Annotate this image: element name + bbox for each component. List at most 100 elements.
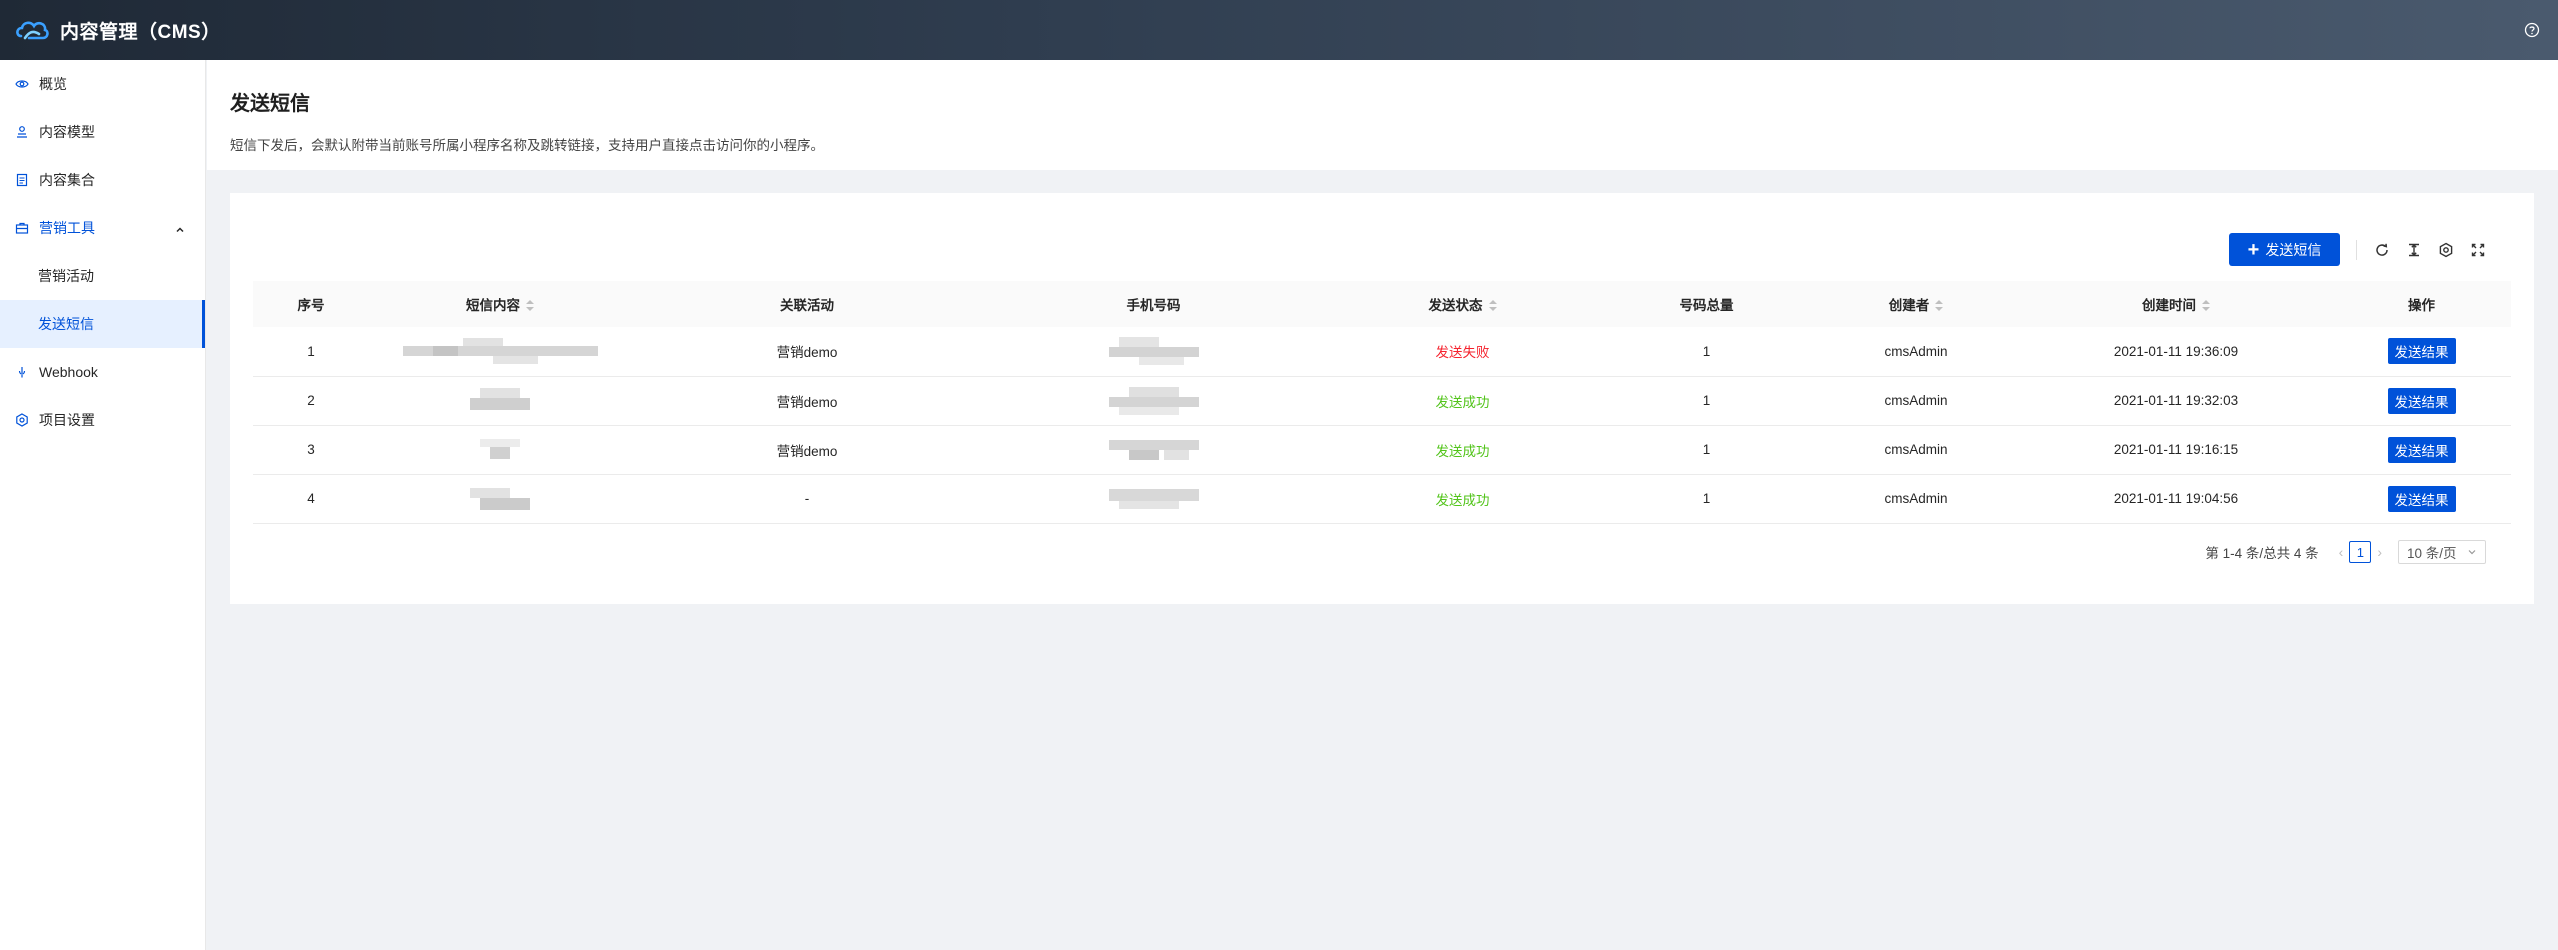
sidebar-item-content-model[interactable]: 内容模型 [0,108,205,156]
pixelated-redaction [470,486,530,512]
cell-created-time: 2021-01-11 19:36:09 [2020,327,2332,377]
cell-created-time: 2021-01-11 19:04:56 [2020,474,2332,524]
cell-status: 发送成功 [1324,425,1601,475]
sidebar-item-content-collection[interactable]: 内容集合 [0,156,205,204]
eye-icon [14,76,30,92]
cell-action: 发送结果 [2332,425,2511,475]
cell-phone-redacted [983,425,1324,475]
send-sms-button[interactable]: + 发送短信 [2229,233,2340,266]
sidebar-item-send-sms[interactable]: 发送短信 [0,300,205,348]
cloud-logo-icon[interactable] [14,12,50,48]
table-header-row: 序号 短信内容 关联活动 手机号码 发送状态 号码总量 创建者 创建时间 操作 [253,281,2511,327]
pixelated-redaction [1108,436,1199,464]
send-result-button[interactable]: 发送结果 [2387,436,2456,463]
cell-content-redacted [369,474,631,524]
marketing-icon [14,220,30,236]
cell-activity: 营销demo [631,327,983,377]
column-header-content[interactable]: 短信内容 [369,281,631,327]
sidebar-item-marketing[interactable]: 营销工具 [0,204,205,252]
cell-count: 1 [1601,327,1812,377]
cell-phone-redacted [983,474,1324,524]
column-header-created-time[interactable]: 创建时间 [2020,281,2332,327]
collection-icon [14,172,30,188]
cell-index: 4 [253,474,369,524]
cell-content-redacted [369,327,631,377]
column-header-label: 短信内容 [466,298,520,313]
status-text: 发送失败 [1435,345,1490,361]
table-row: 1 营销demo 发送失败 1 cmsAdmin 2021-01-11 19:3… [253,327,2511,377]
column-header-status[interactable]: 发送状态 [1324,281,1601,327]
cell-count: 1 [1601,376,1812,426]
cell-status: 发送失败 [1324,327,1601,377]
status-text: 发送成功 [1435,492,1490,508]
column-header-label: 创建时间 [2142,298,2196,313]
plus-icon: + [2247,238,2260,261]
help-icon[interactable] [2522,20,2542,40]
status-text: 发送成功 [1435,443,1490,459]
fullscreen-icon[interactable] [2467,239,2489,261]
refresh-icon[interactable] [2371,239,2393,261]
sidebar-item-label: 内容模型 [39,124,95,140]
cell-activity: 营销demo [631,376,983,426]
pixelated-redaction [470,387,530,414]
sms-table-card: + 发送短信 序号 短信内容 关联活动 手机号码 发送状态 号码总量 创建者 创… [230,193,2534,604]
cell-phone-redacted [983,327,1324,377]
next-page-icon[interactable]: › [2377,544,2382,560]
pagination-summary: 第 1-4 条/总共 4 条 [2205,546,2319,561]
sort-icon[interactable] [526,300,534,312]
cell-action: 发送结果 [2332,474,2511,524]
sidebar: 概览 内容模型 内容集合 营销工具 营销活动 发送短信 Webhook 项目设置 [0,60,206,950]
page-title: 发送短信 [230,93,310,115]
page-size-select[interactable]: 10 条/页 [2398,540,2486,564]
column-header-creator[interactable]: 创建者 [1812,281,2020,327]
cell-content-redacted [369,425,631,475]
page-size-value: 10 条/页 [2407,546,2457,561]
column-header-index: 序号 [297,298,325,313]
cell-creator: cmsAdmin [1812,474,2020,524]
page-header: 发送短信 短信下发后，会默认附带当前账号所属小程序名称及跳转链接，支持用户直接点… [207,60,2558,170]
cell-activity: - [631,474,983,524]
cell-status: 发送成功 [1324,474,1601,524]
cell-action: 发送结果 [2332,376,2511,426]
sort-icon[interactable] [1935,300,1944,312]
cell-action: 发送结果 [2332,327,2511,377]
column-header-label: 创建者 [1888,298,1930,313]
sidebar-item-label: Webhook [39,364,98,380]
send-result-button[interactable]: 发送结果 [2387,387,2456,414]
sidebar-item-project-settings[interactable]: 项目设置 [0,396,205,444]
settings-icon [14,412,30,428]
page-description: 短信下发后，会默认附带当前账号所属小程序名称及跳转链接，支持用户直接点击访问你的… [230,138,824,153]
column-header-action: 操作 [2408,298,2435,313]
cell-created-time: 2021-01-11 19:32:03 [2020,376,2332,426]
send-sms-button-label: 发送短信 [2265,241,2322,258]
sort-icon[interactable] [2202,300,2210,312]
send-result-button[interactable]: 发送结果 [2387,338,2456,365]
cell-count: 1 [1601,474,1812,524]
top-bar: 内容管理（CMS） [0,0,2558,60]
chevron-up-icon [175,222,185,238]
density-icon[interactable] [2403,239,2425,261]
cell-index: 2 [253,376,369,426]
sms-table: 序号 短信内容 关联活动 手机号码 发送状态 号码总量 创建者 创建时间 操作 … [253,281,2511,524]
cell-phone-redacted [983,376,1324,426]
sidebar-item-label: 内容集合 [39,172,95,188]
sidebar-item-label: 营销工具 [39,220,95,236]
sidebar-item-label: 项目设置 [39,412,95,428]
page-button-current[interactable]: 1 [2349,541,2372,563]
gear-icon[interactable] [2435,239,2457,261]
sidebar-item-label: 概览 [39,76,67,92]
sidebar-item-overview[interactable]: 概览 [0,60,205,108]
webhook-icon [14,364,30,380]
cell-status: 发送成功 [1324,376,1601,426]
column-header-activity: 关联活动 [780,298,834,313]
table-row: 3 营销demo 发送成功 1 cmsAdmin 2021-01-11 19:1… [253,425,2511,475]
sort-icon[interactable] [1488,300,1497,312]
sidebar-item-webhook[interactable]: Webhook [0,348,205,396]
toolbar-divider [2356,240,2357,260]
chevron-down-icon [2467,545,2477,560]
cell-index: 1 [253,327,369,377]
prev-page-icon[interactable]: ‹ [2339,544,2344,560]
sidebar-item-marketing-activity[interactable]: 营销活动 [0,252,205,300]
cell-content-redacted [369,376,631,426]
send-result-button[interactable]: 发送结果 [2387,485,2456,512]
